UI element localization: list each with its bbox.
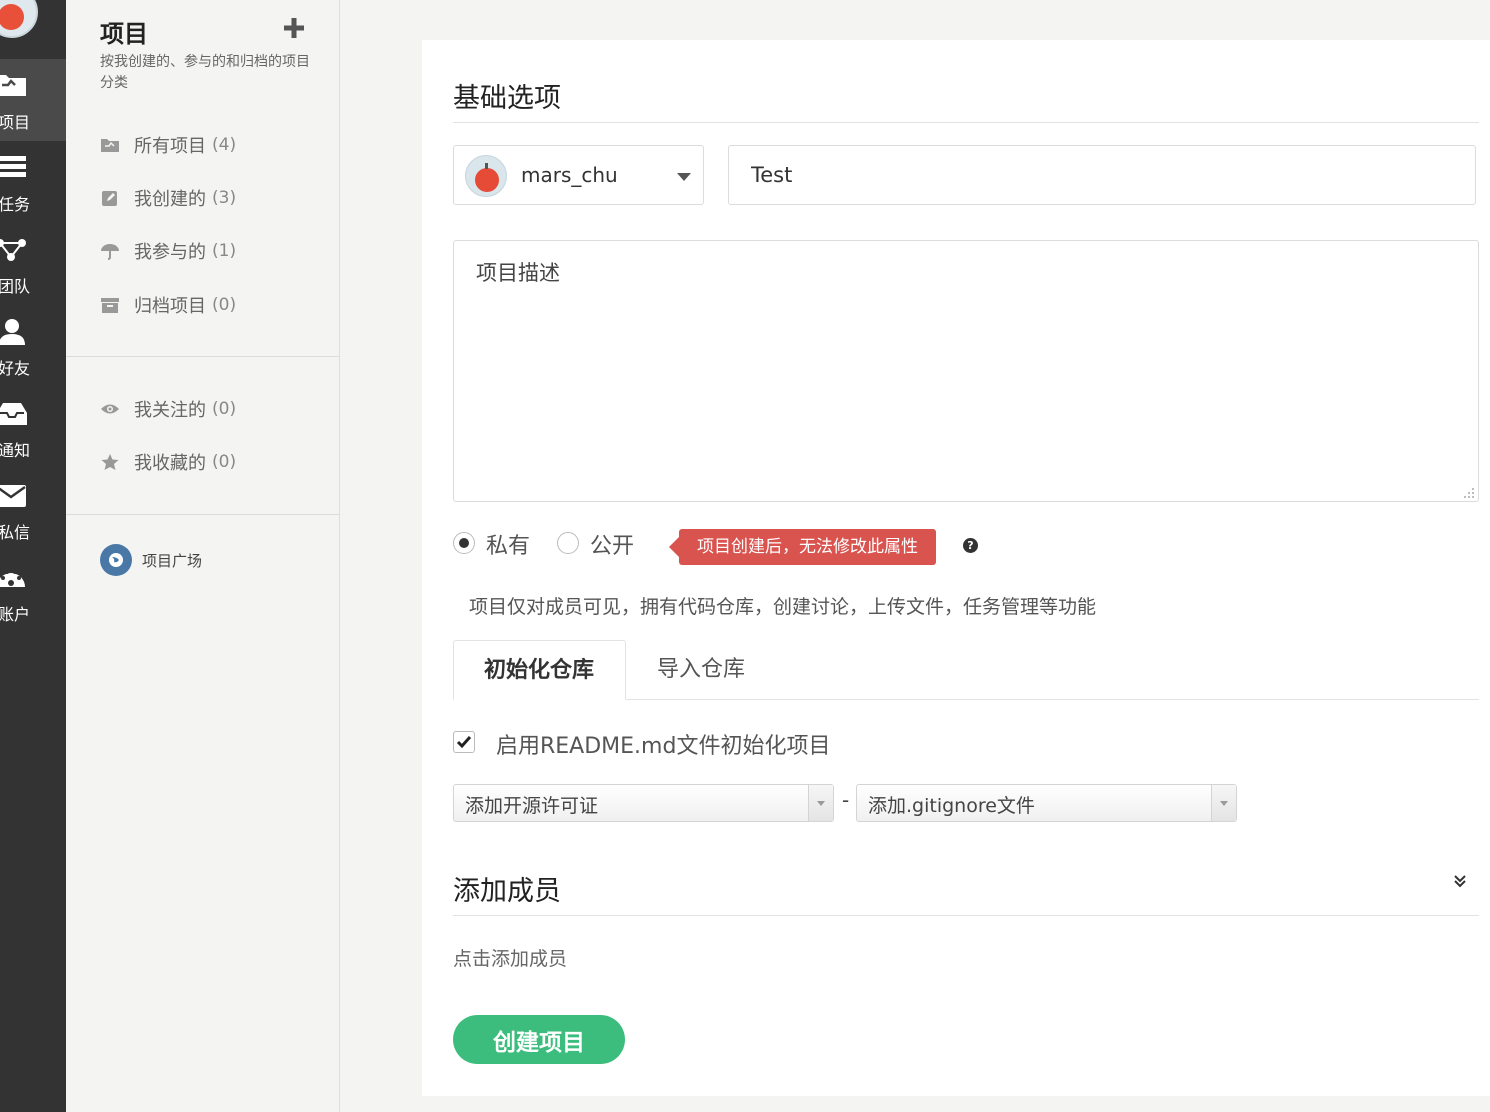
sidebar-item-count: (3) bbox=[212, 188, 237, 208]
add-members-title: 添加成员 bbox=[453, 876, 561, 907]
user-avatar[interactable] bbox=[0, 0, 38, 38]
visibility-warning-tooltip: 项目创建后，无法修改此属性 bbox=[669, 529, 936, 565]
umbrella-icon bbox=[101, 244, 119, 260]
sidebar-item-count: (4) bbox=[212, 135, 237, 155]
select-separator: - bbox=[842, 788, 850, 812]
basic-options-title: 基础选项 bbox=[453, 83, 561, 114]
rail-item-account[interactable]: 账户 bbox=[0, 551, 66, 633]
double-chevron-down-icon[interactable] bbox=[1452, 873, 1468, 889]
user-icon bbox=[0, 319, 25, 345]
add-members-hint[interactable]: 点击添加成员 bbox=[453, 944, 567, 971]
sidebar-item-count: (0) bbox=[212, 295, 237, 315]
sidebar-item-label: 我参与的 bbox=[134, 242, 206, 263]
sidebar-item-label: 所有项目 bbox=[134, 136, 206, 157]
radio-private[interactable] bbox=[453, 532, 475, 554]
star-icon bbox=[101, 454, 119, 470]
archive-icon bbox=[101, 298, 119, 313]
edit-icon bbox=[102, 191, 117, 206]
owner-select[interactable]: mars_chu bbox=[453, 145, 704, 205]
sidebar-item-starred[interactable]: 我收藏的 (0) bbox=[100, 447, 236, 477]
rail-item-friends[interactable]: 好友 bbox=[0, 305, 66, 387]
sidebar-item-plaza[interactable]: 项目广场 bbox=[100, 544, 202, 576]
dropdown-arrow-icon bbox=[1211, 785, 1236, 821]
sidebar-item-label: 我创建的 bbox=[134, 189, 206, 210]
project-sidebar: 项目 按我创建的、参与的和归档的项目分类 所有项目 (4) 我创建的 (3) 我… bbox=[66, 0, 340, 1112]
sidebar-item-label: 我关注的 bbox=[134, 400, 206, 421]
rail-item-label: 通知 bbox=[0, 441, 31, 460]
dropdown-arrow-icon bbox=[808, 785, 833, 821]
owner-avatar bbox=[465, 155, 507, 197]
sidebar-item-archived[interactable]: 归档项目 (0) bbox=[100, 290, 236, 320]
rail-item-label: 私信 bbox=[0, 523, 31, 542]
sidebar-item-joined[interactable]: 我参与的 (1) bbox=[100, 236, 236, 266]
eye-icon bbox=[101, 404, 119, 414]
owner-name: mars_chu bbox=[521, 163, 618, 187]
rail-item-label: 项目 bbox=[0, 113, 31, 132]
resize-grip-icon[interactable] bbox=[1463, 487, 1475, 499]
divider bbox=[66, 356, 339, 357]
folder-icon bbox=[101, 139, 119, 152]
folder-icon bbox=[0, 75, 26, 96]
readme-checkbox[interactable] bbox=[453, 731, 475, 753]
main-nav-rail: 项目 任务 团队 好友 通知 私信 账户 bbox=[0, 0, 66, 1112]
sidebar-item-all-projects[interactable]: 所有项目 (4) bbox=[100, 130, 236, 160]
divider bbox=[453, 915, 1479, 916]
license-select[interactable]: 添加开源许可证 bbox=[453, 784, 834, 822]
sidebar-item-watching[interactable]: 我关注的 (0) bbox=[100, 394, 236, 424]
create-project-panel: 基础选项 mars_chu 私有 公开 项目创建后，无法修改此属性 ? 项目仅对… bbox=[422, 40, 1490, 1096]
question-icon[interactable]: ? bbox=[963, 538, 978, 553]
gitignore-select[interactable]: 添加.gitignore文件 bbox=[856, 784, 1237, 822]
project-description-textarea[interactable] bbox=[453, 240, 1479, 502]
envelope-icon bbox=[0, 485, 26, 507]
create-project-button[interactable]: 创建项目 bbox=[453, 1015, 625, 1064]
rail-item-tasks[interactable]: 任务 bbox=[0, 141, 66, 223]
visibility-description: 项目仅对成员可见，拥有代码仓库，创建讨论，上传文件，任务管理等功能 bbox=[469, 596, 1097, 618]
sidebar-title: 项目 bbox=[100, 20, 148, 48]
radio-public[interactable] bbox=[557, 532, 579, 554]
caret-down-icon bbox=[677, 173, 691, 181]
inbox-icon bbox=[0, 403, 27, 425]
tasks-icon bbox=[0, 156, 26, 177]
sidebar-item-count: (0) bbox=[212, 399, 237, 419]
rail-item-label: 团队 bbox=[0, 277, 31, 296]
sidebar-item-label: 我收藏的 bbox=[134, 453, 206, 474]
sidebar-item-count: (0) bbox=[212, 452, 237, 472]
sidebar-item-count: (1) bbox=[212, 241, 237, 261]
globe-icon bbox=[100, 544, 132, 576]
sidebar-item-created[interactable]: 我创建的 (3) bbox=[100, 183, 236, 213]
radio-public-label[interactable]: 公开 bbox=[590, 528, 634, 560]
rail-item-team[interactable]: 团队 bbox=[0, 223, 66, 305]
rail-item-label: 好友 bbox=[0, 359, 31, 378]
radio-private-label[interactable]: 私有 bbox=[486, 528, 530, 560]
plus-icon[interactable] bbox=[284, 18, 304, 38]
sidebar-description: 按我创建的、参与的和归档的项目分类 bbox=[100, 54, 310, 91]
project-name-input[interactable] bbox=[728, 145, 1476, 205]
license-select-value: 添加开源许可证 bbox=[465, 795, 599, 817]
rail-item-messages[interactable]: 私信 bbox=[0, 469, 66, 551]
readme-label[interactable]: 启用README.md文件初始化项目 bbox=[496, 728, 830, 760]
tab-import-repo[interactable]: 导入仓库 bbox=[627, 640, 775, 700]
rail-item-label: 账户 bbox=[0, 605, 31, 624]
rail-item-notifications[interactable]: 通知 bbox=[0, 387, 66, 469]
dashboard-icon bbox=[0, 570, 25, 587]
gitignore-select-value: 添加.gitignore文件 bbox=[868, 795, 1035, 817]
tab-init-repo[interactable]: 初始化仓库 bbox=[453, 640, 626, 700]
check-icon bbox=[456, 736, 472, 749]
rail-item-label: 任务 bbox=[0, 195, 31, 214]
sidebar-item-label: 归档项目 bbox=[134, 296, 206, 317]
divider bbox=[453, 122, 1479, 123]
team-icon bbox=[0, 239, 26, 261]
plaza-label: 项目广场 bbox=[142, 551, 203, 570]
divider bbox=[66, 514, 339, 515]
rail-item-projects[interactable]: 项目 bbox=[0, 59, 66, 141]
